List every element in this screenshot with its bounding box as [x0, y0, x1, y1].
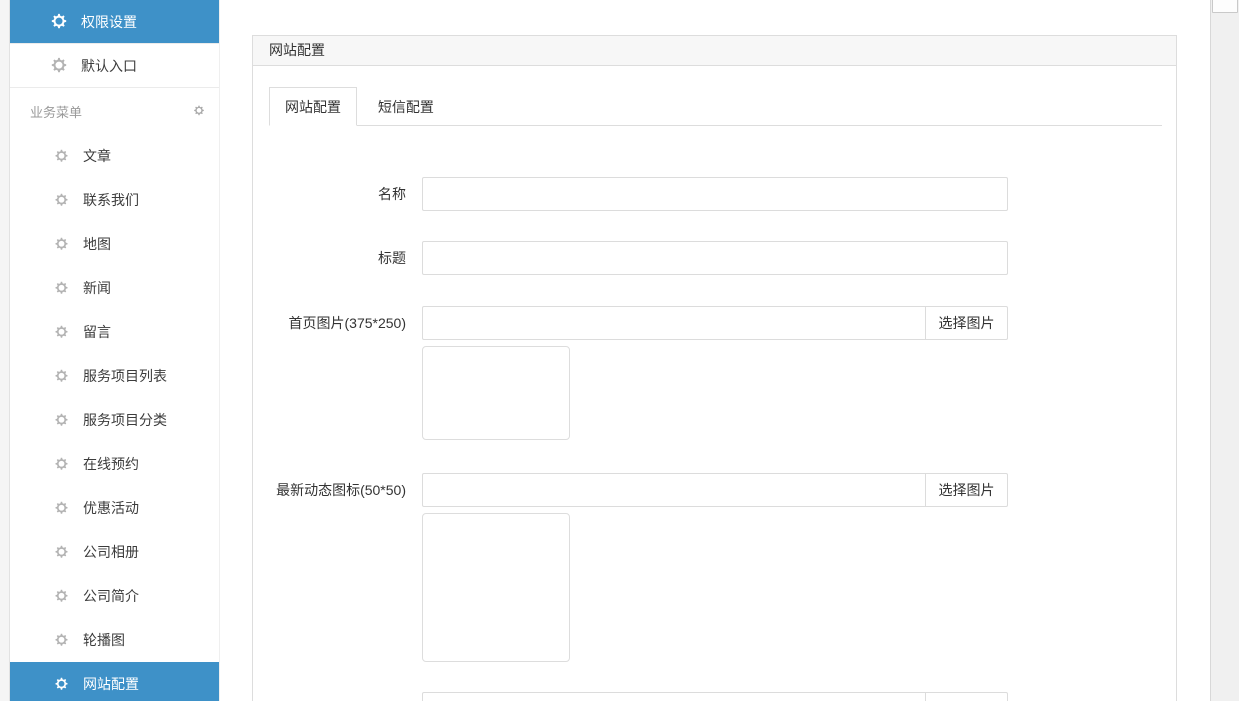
sidebar-item-news[interactable]: 新闻	[10, 266, 219, 310]
sidebar-item-label: 轮播图	[83, 630, 125, 650]
sidebar-item-site-config[interactable]: 网站配置	[10, 662, 219, 701]
name-label: 名称	[252, 177, 406, 211]
gear-icon	[54, 457, 69, 472]
tab-sms-config[interactable]: 短信配置	[363, 88, 449, 127]
gear-icon[interactable]	[193, 105, 205, 117]
gear-icon	[54, 369, 69, 384]
sidebar-section-business-menu: 业务菜单	[10, 88, 219, 134]
gear-icon	[54, 589, 69, 604]
home-image-choose-button[interactable]: 选择图片	[925, 306, 1008, 340]
sidebar-item-company-album[interactable]: 公司相册	[10, 530, 219, 574]
sidebar-item-label: 公司简介	[83, 586, 139, 606]
sidebar-item-label: 默认入口	[81, 56, 137, 76]
sidebar-item-service-category[interactable]: 服务项目分类	[10, 398, 219, 442]
gear-icon	[54, 677, 69, 692]
cropped-field-choose-button[interactable]	[925, 692, 1008, 701]
sidebar-item-articles[interactable]: 文章	[10, 134, 219, 178]
sidebar-item-promotions[interactable]: 优惠活动	[10, 486, 219, 530]
gear-icon	[54, 325, 69, 340]
sidebar-item-messages[interactable]: 留言	[10, 310, 219, 354]
sidebar-item-label: 权限设置	[81, 12, 137, 32]
site-config-panel: 网站配置 网站配置 短信配置	[252, 35, 1177, 701]
home-image-label: 首页图片(375*250)	[252, 306, 406, 340]
gear-icon	[54, 633, 69, 648]
sidebar-item-label: 服务项目分类	[83, 410, 167, 430]
sidebar-item-label: 新闻	[83, 278, 111, 298]
news-icon-preview	[422, 513, 570, 662]
news-icon-choose-button[interactable]: 选择图片	[925, 473, 1008, 507]
sidebar-item-label: 服务项目列表	[83, 366, 167, 386]
home-image-preview	[422, 346, 570, 440]
news-icon-input[interactable]	[422, 473, 926, 507]
gear-icon	[50, 13, 68, 31]
home-image-input[interactable]	[422, 306, 926, 340]
sidebar-item-permission-settings[interactable]: 权限设置	[10, 0, 219, 44]
sidebar-item-label: 地图	[83, 234, 111, 254]
gear-icon	[54, 193, 69, 208]
gear-icon	[54, 149, 69, 164]
gear-icon	[54, 501, 69, 516]
title-input[interactable]	[422, 241, 1008, 275]
sidebar-item-company-profile[interactable]: 公司简介	[10, 574, 219, 618]
gear-icon	[54, 281, 69, 296]
sidebar-item-contact-us[interactable]: 联系我们	[10, 178, 219, 222]
sidebar-item-label: 公司相册	[83, 542, 139, 562]
gear-icon	[54, 545, 69, 560]
sidebar-item-label: 网站配置	[83, 674, 139, 694]
news-icon-label: 最新动态图标(50*50)	[252, 473, 406, 507]
sidebar-item-label: 文章	[83, 146, 111, 166]
sidebar-section-label: 业务菜单	[30, 102, 82, 121]
gear-icon	[54, 413, 69, 428]
tab-bar: 网站配置 短信配置	[269, 87, 1162, 126]
sidebar-item-service-list[interactable]: 服务项目列表	[10, 354, 219, 398]
sidebar-item-label: 联系我们	[83, 190, 139, 210]
sidebar: 权限设置 默认入口 业务菜单 文章 联系我们 地图 新闻 留言 服务项目列表 服…	[10, 0, 220, 701]
sidebar-item-label: 优惠活动	[83, 498, 139, 518]
scrollbar-track[interactable]	[1210, 0, 1239, 701]
gear-icon	[50, 57, 68, 75]
sidebar-item-online-booking[interactable]: 在线预约	[10, 442, 219, 486]
panel-header: 网站配置	[253, 36, 1176, 66]
sidebar-item-map[interactable]: 地图	[10, 222, 219, 266]
cropped-field-input[interactable]	[422, 692, 926, 701]
sidebar-item-label: 在线预约	[83, 454, 139, 474]
title-label: 标题	[252, 241, 406, 275]
sidebar-item-carousel[interactable]: 轮播图	[10, 618, 219, 662]
sidebar-item-default-entry[interactable]: 默认入口	[10, 44, 219, 88]
page-left-gutter	[0, 0, 10, 701]
sidebar-item-label: 留言	[83, 322, 111, 342]
scrollbar-thumb[interactable]	[1212, 0, 1238, 13]
panel-title: 网站配置	[269, 42, 325, 58]
tab-site-config[interactable]: 网站配置	[269, 87, 357, 126]
name-input[interactable]	[422, 177, 1008, 211]
gear-icon	[54, 237, 69, 252]
